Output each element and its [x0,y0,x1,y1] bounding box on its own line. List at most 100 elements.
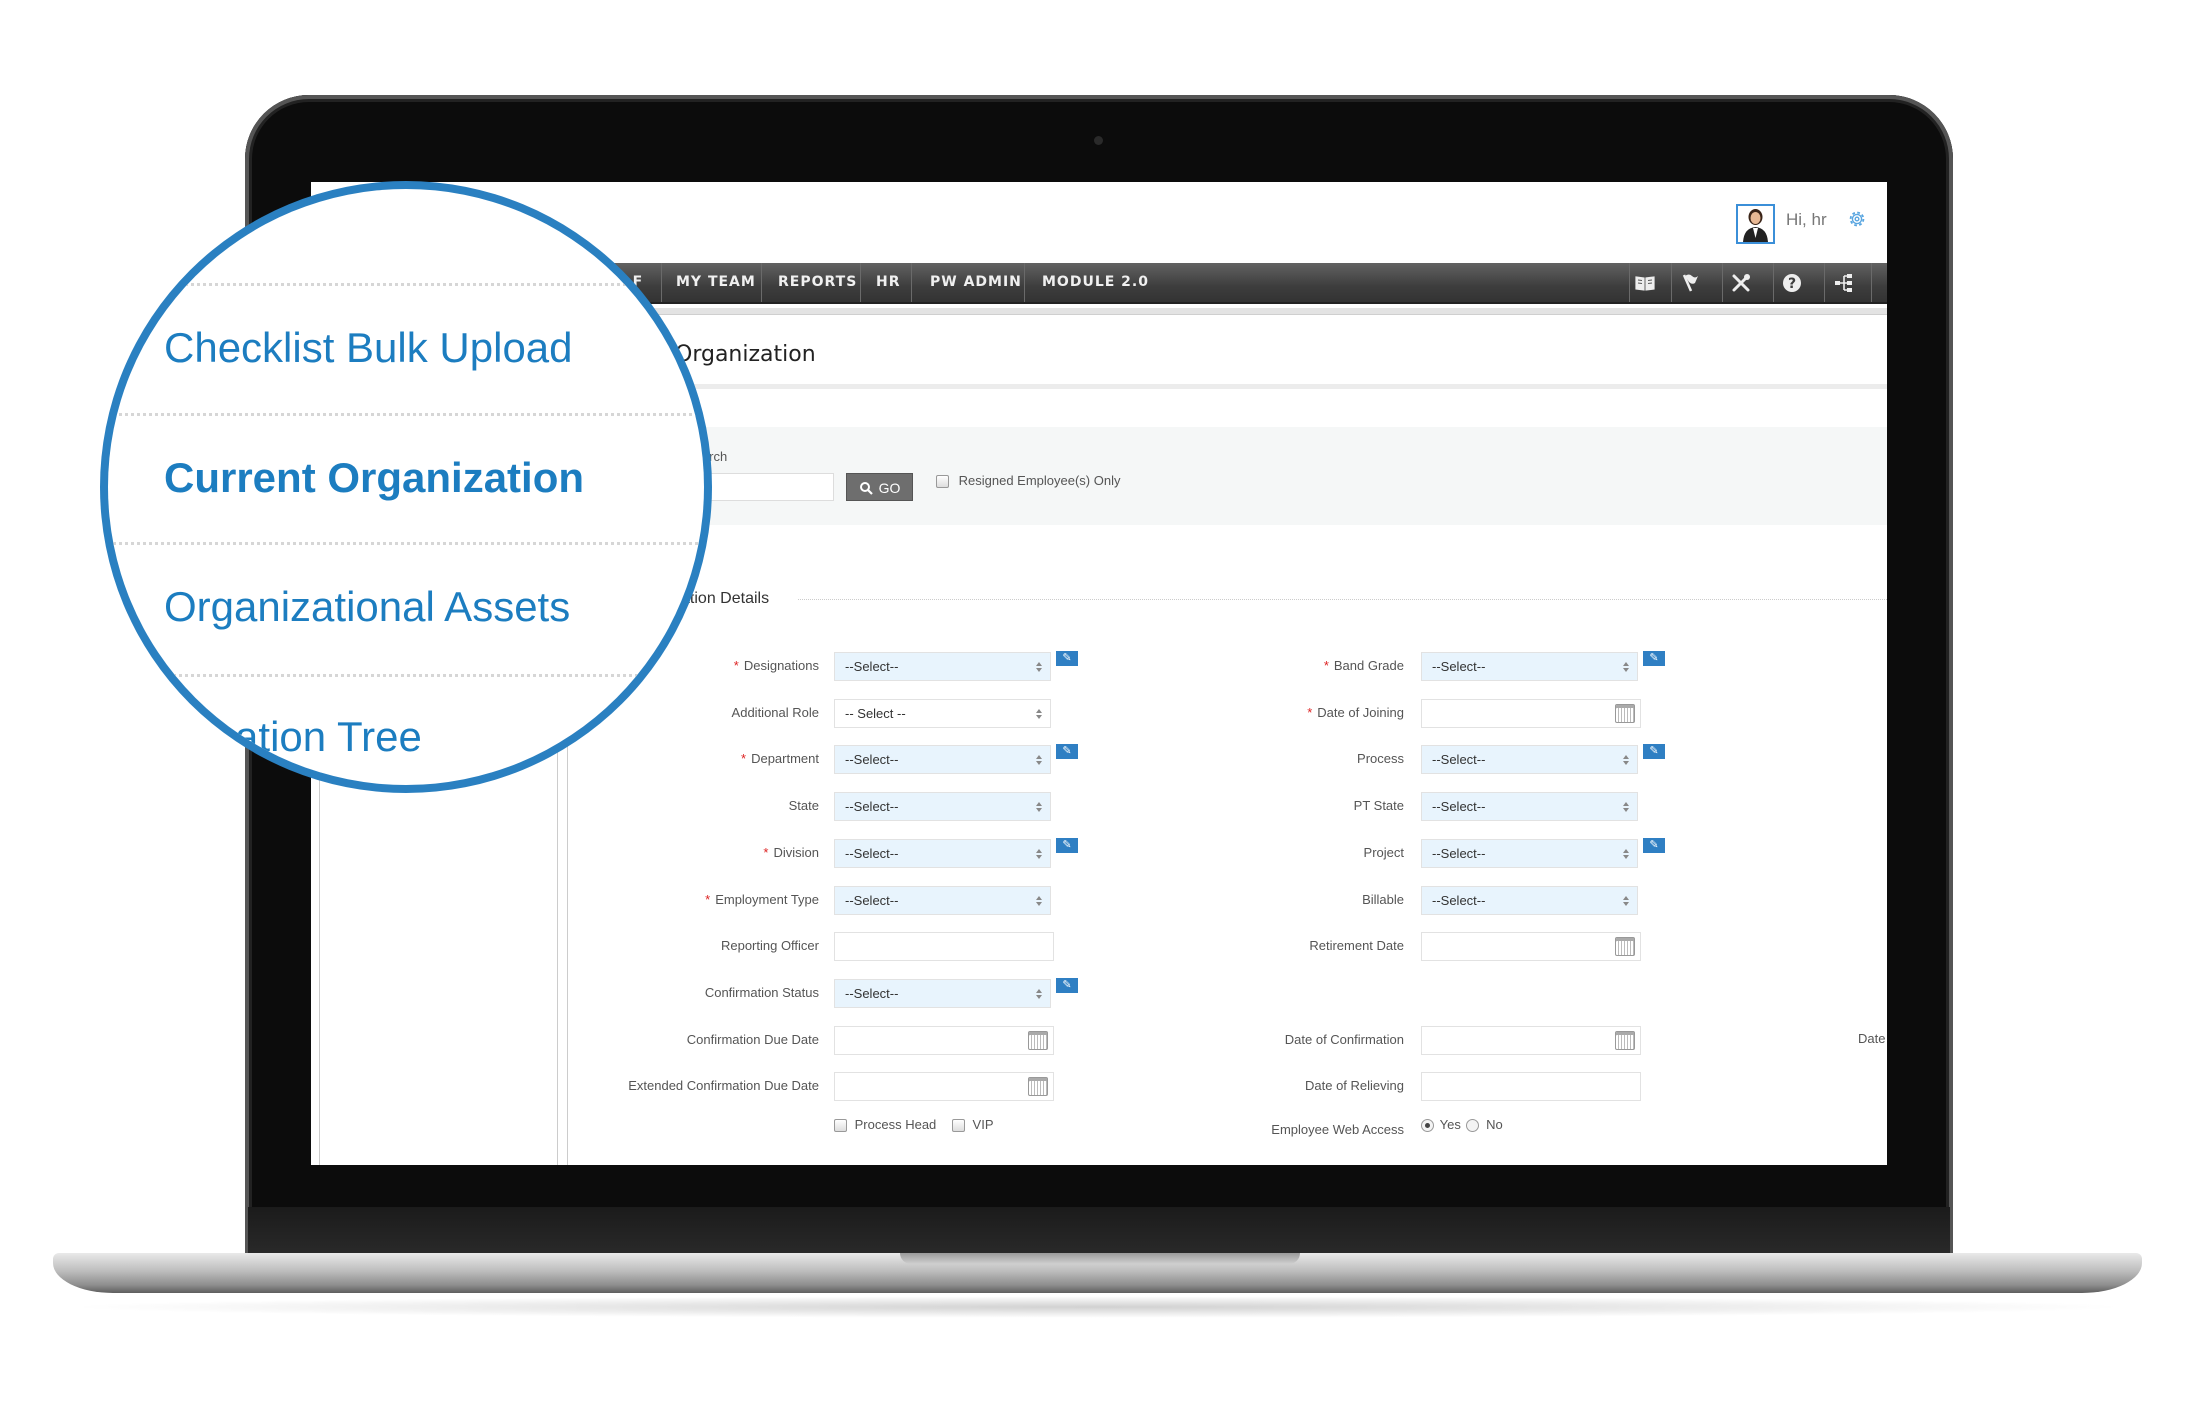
field-label-text: Department [751,751,819,766]
state-select[interactable]: --Select-- [834,792,1051,821]
nav-module-2[interactable]: MODULE 2.0 [1042,263,1149,302]
sitemap-icon[interactable] [1832,271,1856,295]
nav-divider [1773,263,1774,302]
confirmation-due-date-label: Confirmation Due Date [499,1032,819,1047]
band-grade-label: * Band Grade [1084,658,1404,673]
content-border [567,702,568,1165]
calendar-icon[interactable] [1615,704,1635,723]
date-of-relieving-input[interactable] [1421,1072,1641,1101]
confirmation-due-date-date-input[interactable] [834,1026,1054,1055]
select-arrows-icon [1036,662,1042,672]
checkbox-box[interactable] [936,475,949,489]
book-icon[interactable] [1633,271,1657,295]
department-select[interactable]: --Select-- [834,745,1051,774]
field-value: --Select-- [1432,659,1486,674]
department-label: * Department [499,751,819,766]
confirmation-status-select[interactable]: --Select-- [834,979,1051,1008]
vip-checkbox[interactable] [951,1119,965,1133]
field-label-text: Date of Joining [1317,705,1404,720]
project-select[interactable]: --Select-- [1421,839,1638,868]
tools-icon[interactable] [1729,271,1753,295]
field-value: --Select-- [845,659,899,674]
calendar-icon[interactable] [1615,1031,1635,1050]
retirement-date-date-input[interactable] [1421,932,1641,961]
division-select[interactable]: --Select-- [834,839,1051,868]
edit-link-icon[interactable]: ✎ [1643,838,1665,853]
calendar-icon[interactable] [1028,1077,1048,1096]
edit-link-icon[interactable]: ✎ [1643,651,1665,666]
nav-divider [1024,263,1025,302]
process-head-checkbox[interactable] [834,1119,847,1133]
process-select[interactable]: --Select-- [1421,745,1638,774]
sidebar-item-current-organization[interactable]: Current Organization [164,454,584,502]
select-arrows-icon [1623,849,1629,859]
select-arrows-icon [1036,755,1042,765]
magnifier-callout: Checklist Checklist Bulk Upload Current … [108,189,704,785]
reporting-officer-input[interactable] [834,932,1054,961]
field-label-text: Additional Role [731,705,819,720]
select-arrows-icon [1036,989,1042,999]
web-access-radios: Yes No [1421,1117,1503,1133]
select-arrows-icon [1623,896,1629,906]
edit-link-icon[interactable]: ✎ [1056,978,1078,993]
search-icon [859,482,873,495]
sidebar-border [557,702,558,1165]
billable-select[interactable]: --Select-- [1421,886,1638,915]
user-greeting[interactable]: Hi, hr [1786,210,1827,230]
field-label-text: Date of Confirmation [1284,1032,1404,1047]
required-asterisk: * [705,892,711,907]
designations-select[interactable]: --Select-- [834,652,1051,681]
sidebar-item-checklist[interactable]: Checklist [108,193,228,241]
calendar-icon[interactable] [1615,937,1635,956]
laptop-chin [248,1207,1950,1257]
gear-icon[interactable] [1846,208,1868,230]
nav-divider [1722,263,1723,302]
pt-state-select[interactable]: --Select-- [1421,792,1638,821]
calendar-icon[interactable] [1028,1031,1048,1050]
project-label: Project [1084,845,1404,860]
employment-type-select[interactable]: --Select-- [834,886,1051,915]
nav-pw-admin[interactable]: PW ADMIN [930,263,1022,302]
sidebar-item-organization-tree[interactable]: Organization Tree [108,713,422,761]
edit-link-icon[interactable]: ✎ [1056,744,1078,759]
resigned-only-checkbox[interactable]: Resigned Employee(s) Only [936,473,1120,489]
nav-hr[interactable]: HR [876,263,901,302]
field-label-text: Confirmation Due Date [686,1032,819,1047]
laptop-notch [900,1253,1300,1264]
edit-link-icon[interactable]: ✎ [1056,651,1078,666]
edit-link-icon[interactable]: ✎ [1056,838,1078,853]
edit-link-icon[interactable]: ✎ [1643,744,1665,759]
select-arrows-icon [1036,896,1042,906]
field-label-text: Process [1357,751,1404,766]
flag-icon[interactable] [1679,271,1703,295]
field-label-text: Project [1363,845,1404,860]
date-of-confirmation-label: Date of Confirmation [1084,1032,1404,1047]
nav-divider [1671,263,1672,302]
go-label: GO [878,480,901,496]
required-asterisk: * [763,845,769,860]
user-avatar[interactable] [1736,204,1775,244]
help-icon[interactable]: ? [1780,271,1804,295]
nav-reports[interactable]: REPORTS [778,263,857,302]
date-of-joining-date-input[interactable] [1421,699,1641,728]
band-grade-select[interactable]: --Select-- [1421,652,1638,681]
field-label-text: Designations [743,658,819,673]
field-label-text: Billable [1362,892,1404,907]
sidebar-item-organizational-assets[interactable]: Organizational Assets [164,583,570,631]
web-access-no-radio[interactable] [1466,1119,1480,1133]
extended-confirmation-due-date-date-input[interactable] [834,1072,1054,1101]
additional-role-select[interactable]: -- Select -- [834,699,1051,728]
nav-divider [1824,263,1825,302]
go-button[interactable]: GO [846,473,913,501]
web-access-yes-radio[interactable] [1421,1119,1434,1133]
dotted-divider [108,283,704,286]
field-label-text: PT State [1353,798,1404,813]
date-of-confirmation-date-input[interactable] [1421,1026,1641,1055]
sidebar-item-checklist-bulk-upload[interactable]: Checklist Bulk Upload [164,324,573,372]
field-value: --Select-- [845,986,899,1001]
dotted-divider [108,413,704,416]
state-label: State [499,798,819,813]
select-arrows-icon [1623,802,1629,812]
field-label-text: Confirmation Status [704,985,819,1000]
web-access-label: Employee Web Access [1271,1122,1404,1137]
